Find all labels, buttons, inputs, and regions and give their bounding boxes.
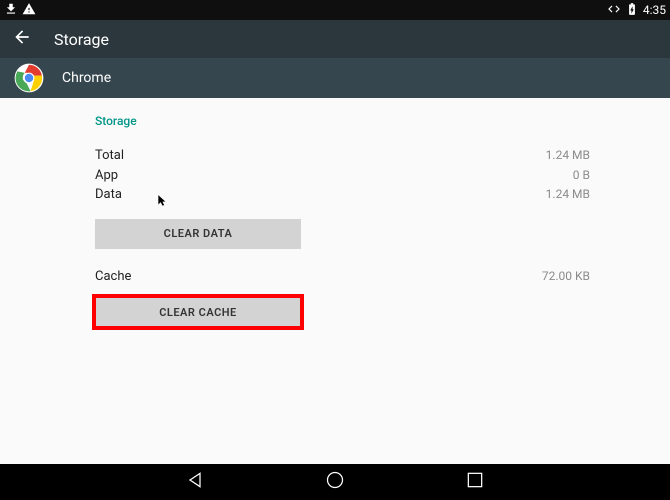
app-bar: Chrome [0,58,670,98]
data-value: 1.24 MB [546,185,590,205]
content: Storage Total 1.24 MB App 0 B Data 1.24 … [0,98,670,327]
app-label: App [95,166,118,186]
clear-cache-button[interactable]: CLEAR CACHE [95,297,301,327]
status-left [4,2,36,19]
total-value: 1.24 MB [546,146,590,166]
app-value: 0 B [573,166,590,186]
clear-data-button[interactable]: CLEAR DATA [95,219,301,249]
chrome-icon [14,63,44,93]
section-title-storage: Storage [95,114,590,128]
total-label: Total [95,146,124,166]
nav-back-icon[interactable] [185,470,205,494]
app-name: Chrome [62,70,111,86]
status-time: 4:35 [643,3,666,17]
row-data: Data 1.24 MB [95,185,590,205]
row-app: App 0 B [95,166,590,186]
nav-recent-icon[interactable] [465,470,485,494]
nav-bar [0,464,670,500]
nav-home-icon[interactable] [325,470,345,494]
row-total: Total 1.24 MB [95,146,590,166]
action-bar: Storage [0,20,670,58]
cache-value: 72.00 KB [542,267,590,287]
row-cache: Cache 72.00 KB [95,267,590,287]
battery-icon [625,2,639,19]
data-label: Data [95,185,122,205]
status-bar: 4:35 [0,0,670,20]
code-icon [607,2,621,19]
action-bar-title: Storage [54,30,109,49]
back-icon[interactable] [12,27,32,51]
download-icon [4,2,18,19]
warning-icon [22,2,36,19]
status-right: 4:35 [607,2,666,19]
cache-label: Cache [95,267,131,287]
